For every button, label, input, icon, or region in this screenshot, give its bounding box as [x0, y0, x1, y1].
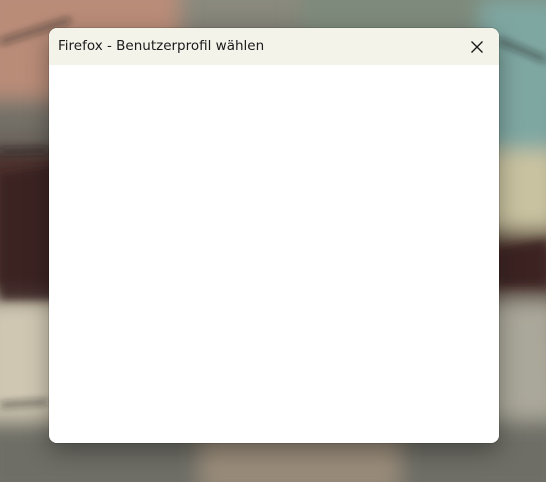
dialog-content-area — [49, 65, 499, 443]
close-icon — [471, 40, 483, 53]
profile-manager-dialog: Firefox - Benutzerprofil wählen — [49, 28, 499, 443]
title-bar[interactable]: Firefox - Benutzerprofil wählen — [49, 28, 499, 65]
dialog-title: Firefox - Benutzerprofil wählen — [58, 38, 265, 54]
close-button[interactable] — [455, 28, 499, 65]
